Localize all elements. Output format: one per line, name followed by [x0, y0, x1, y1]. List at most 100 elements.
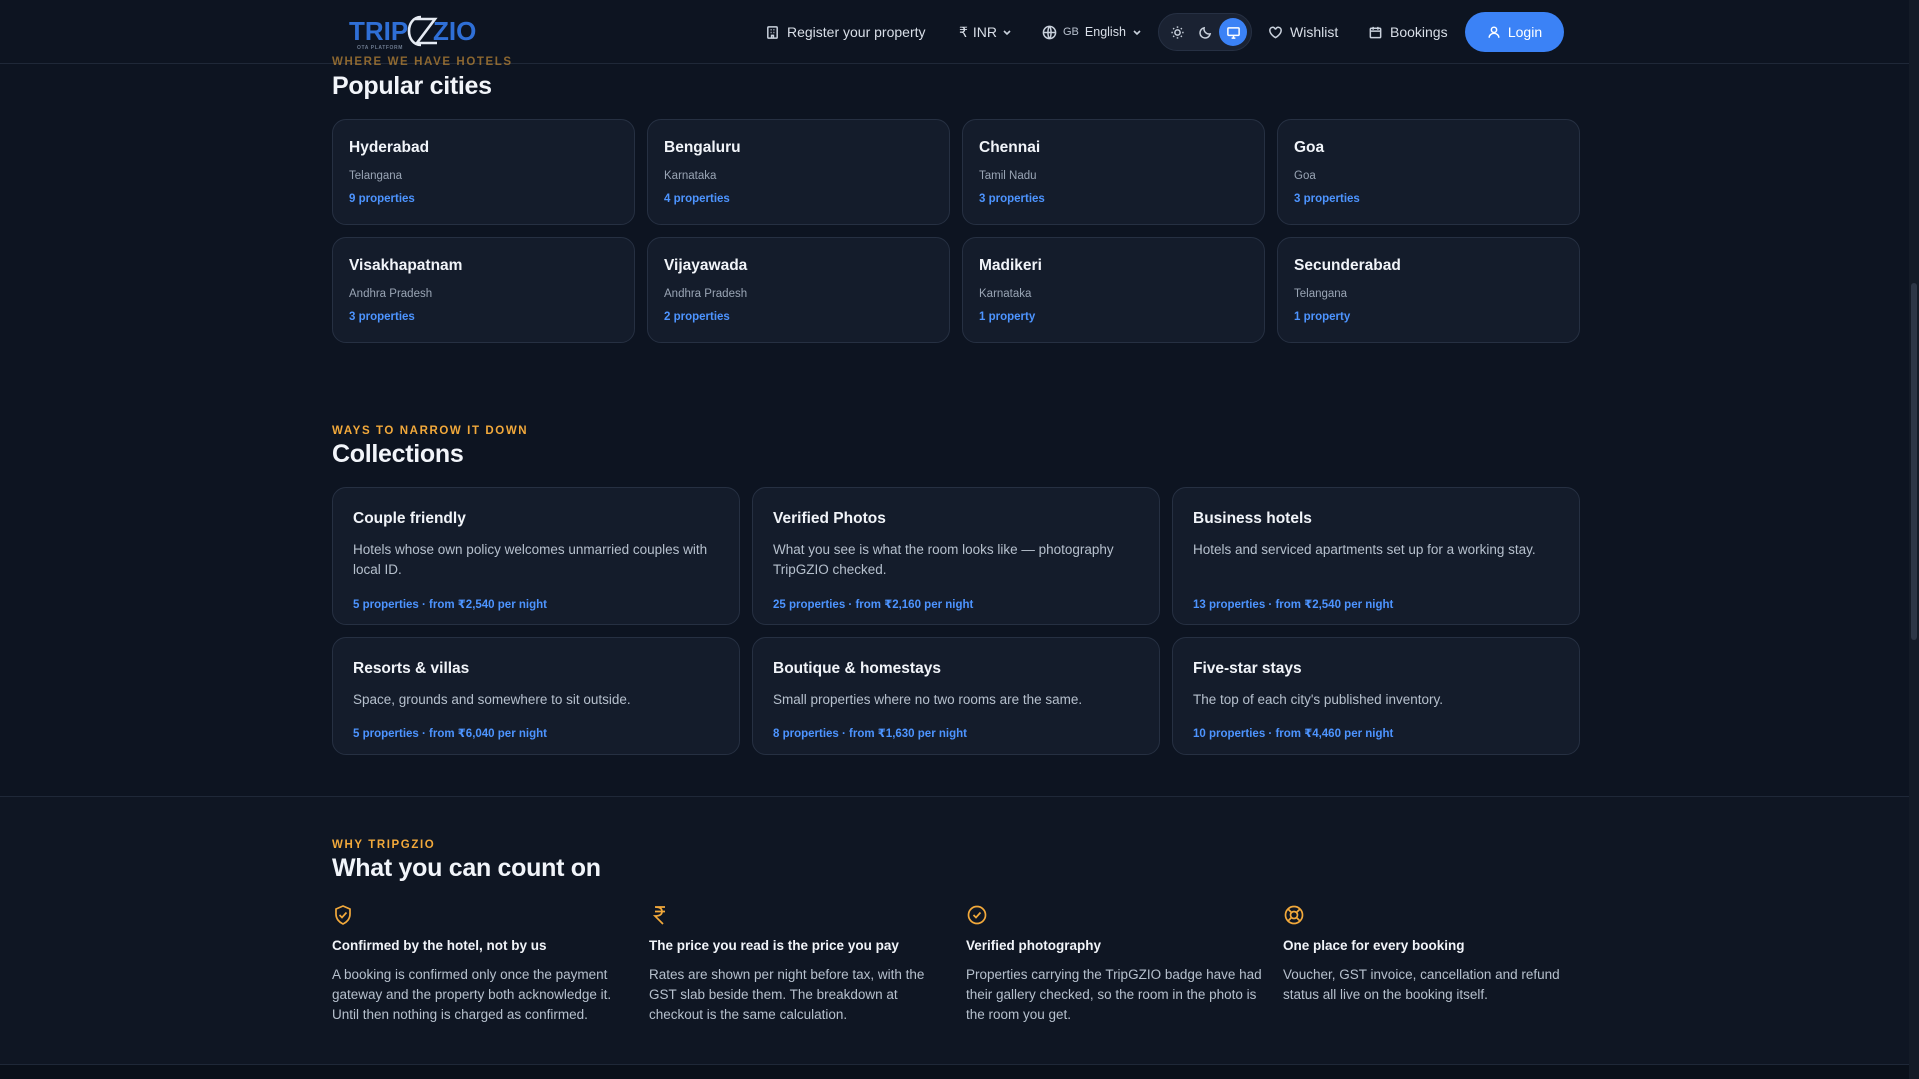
city-card[interactable]: Visakhapatnam Andhra Pradesh 3 properties	[332, 237, 635, 343]
city-state: Karnataka	[979, 288, 1032, 300]
currency-symbol: ₹	[959, 23, 968, 40]
calendar-icon	[1369, 26, 1382, 38]
collection-meta: 8 properties · from ₹1,630 per night	[773, 728, 967, 740]
collection-card[interactable]: Resorts & villas Space, grounds and somew…	[332, 637, 740, 755]
register-property-link[interactable]: Register your property	[765, 12, 926, 52]
why-title: What you can count on	[332, 854, 601, 882]
city-name: Secunderabad	[1294, 257, 1401, 274]
collection-card[interactable]: Boutique & homestays Small properties whe…	[752, 637, 1160, 755]
language-selector[interactable]: GB English	[1042, 12, 1142, 52]
city-card[interactable]: Hyderabad Telangana 9 properties	[332, 119, 635, 225]
collection-title: Couple friendly	[353, 510, 466, 527]
city-card[interactable]: Goa Goa 3 properties	[1277, 119, 1580, 225]
city-property-count: 3 properties	[1294, 193, 1360, 205]
city-state: Telangana	[349, 170, 403, 182]
currency-label: INR	[972, 24, 998, 40]
login-button[interactable]: Login	[1465, 12, 1564, 52]
register-property-label: Register your property	[787, 24, 926, 40]
collection-description: The top of each city's published invento…	[1193, 692, 1443, 707]
city-card[interactable]: Secunderabad Telangana 1 property	[1277, 237, 1580, 343]
collection-title: Business hotels	[1193, 510, 1312, 527]
feature-description: Properties carrying the TripGZIO badge h…	[966, 967, 1262, 1022]
lifebuoy-icon	[1283, 904, 1305, 926]
collection-description: What you see is what the room looks like…	[773, 542, 1114, 577]
building-icon	[767, 25, 778, 39]
wishlist-label: Wishlist	[1290, 24, 1339, 40]
language-flag-code: GB	[1063, 26, 1079, 38]
city-name: Madikeri	[979, 257, 1042, 274]
logo-mark: TRIP ZIO OTA PLATFORM	[349, 15, 476, 51]
scrollbar-thumb[interactable]	[1911, 283, 1917, 640]
city-card[interactable]: Bengaluru Karnataka 4 properties	[647, 119, 950, 225]
feature-title: The price you read is the price you pay	[649, 938, 899, 953]
why-section	[0, 797, 1909, 1065]
city-card[interactable]: Madikeri Karnataka 1 property	[962, 237, 1265, 343]
collection-description: Space, grounds and somewhere to sit outs…	[353, 692, 631, 707]
city-state: Tamil Nadu	[979, 170, 1037, 182]
city-property-count: 1 property	[1294, 311, 1351, 323]
city-name: Vijayawada	[664, 257, 748, 274]
feature-item: Verified photography Properties carrying …	[966, 904, 1266, 1044]
language-label: English	[1084, 25, 1126, 39]
collection-meta: 25 properties · from ₹2,160 per night	[773, 599, 974, 611]
city-state: Karnataka	[664, 170, 717, 182]
city-property-count: 9 properties	[349, 193, 415, 205]
theme-switcher	[1158, 13, 1252, 51]
shield-check-icon	[332, 904, 354, 926]
globe-icon	[1042, 25, 1057, 39]
collection-description: Small properties where no two rooms are …	[773, 692, 1083, 707]
badge-check-icon	[966, 904, 988, 926]
city-property-count: 4 properties	[664, 193, 730, 205]
page-scrollbar[interactable]	[1909, 0, 1919, 1079]
cities-title: Popular cities	[332, 72, 492, 100]
city-state: Goa	[1294, 170, 1316, 182]
city-name: Goa	[1294, 139, 1325, 156]
city-state: Andhra Pradesh	[349, 288, 433, 300]
feature-description: Rates are shown per night before tax, wi…	[649, 967, 925, 1022]
collection-description: Hotels whose own policy welcomes unmarri…	[353, 542, 708, 577]
feature-item: The price you read is the price you pay R…	[649, 904, 949, 1044]
light-theme-button[interactable]	[1163, 18, 1191, 46]
tripgzio-logo[interactable]: TRIP ZIO OTA PLATFORM	[349, 13, 483, 51]
user-icon	[1488, 26, 1500, 38]
bookings-link[interactable]: Bookings	[1368, 12, 1448, 52]
city-state: Telangana	[1294, 288, 1348, 300]
city-property-count: 1 property	[979, 311, 1036, 323]
collection-meta: 5 properties · from ₹6,040 per night	[353, 728, 547, 740]
collection-title: Five-star stays	[1193, 660, 1302, 677]
city-state: Andhra Pradesh	[664, 288, 748, 300]
city-name: Hyderabad	[349, 139, 430, 156]
feature-description: A booking is confirmed only once the pay…	[332, 967, 612, 1022]
collection-card[interactable]: Business hotels Hotels and serviced apart…	[1172, 487, 1580, 625]
feature-item: One place for every booking Voucher, GST …	[1283, 904, 1583, 1044]
collection-meta: 13 properties · from ₹2,540 per night	[1193, 599, 1394, 611]
footer-strip	[0, 1065, 1909, 1079]
collection-title: Verified Photos	[773, 510, 886, 527]
collection-card[interactable]: Five-star stays The top of each city's pu…	[1172, 637, 1580, 755]
rupee-icon	[649, 904, 671, 926]
dark-theme-button[interactable]	[1191, 18, 1219, 46]
collection-description: Hotels and serviced apartments set up fo…	[1193, 542, 1536, 557]
city-card[interactable]: Chennai Tamil Nadu 3 properties	[962, 119, 1265, 225]
sun-icon	[1170, 25, 1184, 39]
feature-title: Verified photography	[966, 938, 1102, 953]
currency-selector[interactable]: ₹ INR	[959, 12, 1012, 52]
monitor-icon	[1226, 26, 1240, 39]
login-label: Login	[1507, 24, 1543, 40]
city-card[interactable]: Vijayawada Andhra Pradesh 2 properties	[647, 237, 950, 343]
collection-title: Boutique & homestays	[773, 660, 941, 677]
cities-eyebrow: WHERE WE HAVE HOTELS	[332, 56, 513, 68]
collection-title: Resorts & villas	[353, 660, 470, 677]
feature-title: Confirmed by the hotel, not by us	[332, 938, 547, 953]
wishlist-link[interactable]: Wishlist	[1268, 12, 1338, 52]
heart-icon	[1269, 26, 1282, 39]
top-navbar: TRIP ZIO OTA PLATFORM Register your prop…	[0, 0, 1909, 64]
system-theme-button[interactable]	[1219, 18, 1247, 46]
svg-text:TRIP: TRIP	[349, 16, 408, 46]
collection-card[interactable]: Couple friendly Hotels whose own policy w…	[332, 487, 740, 625]
collection-card[interactable]: Verified Photos What you see is what the …	[752, 487, 1160, 625]
collection-meta: 5 properties · from ₹2,540 per night	[353, 599, 547, 611]
collections-title: Collections	[332, 440, 464, 468]
svg-text:ZIO: ZIO	[433, 16, 476, 46]
collection-meta: 10 properties · from ₹4,460 per night	[1193, 728, 1394, 740]
